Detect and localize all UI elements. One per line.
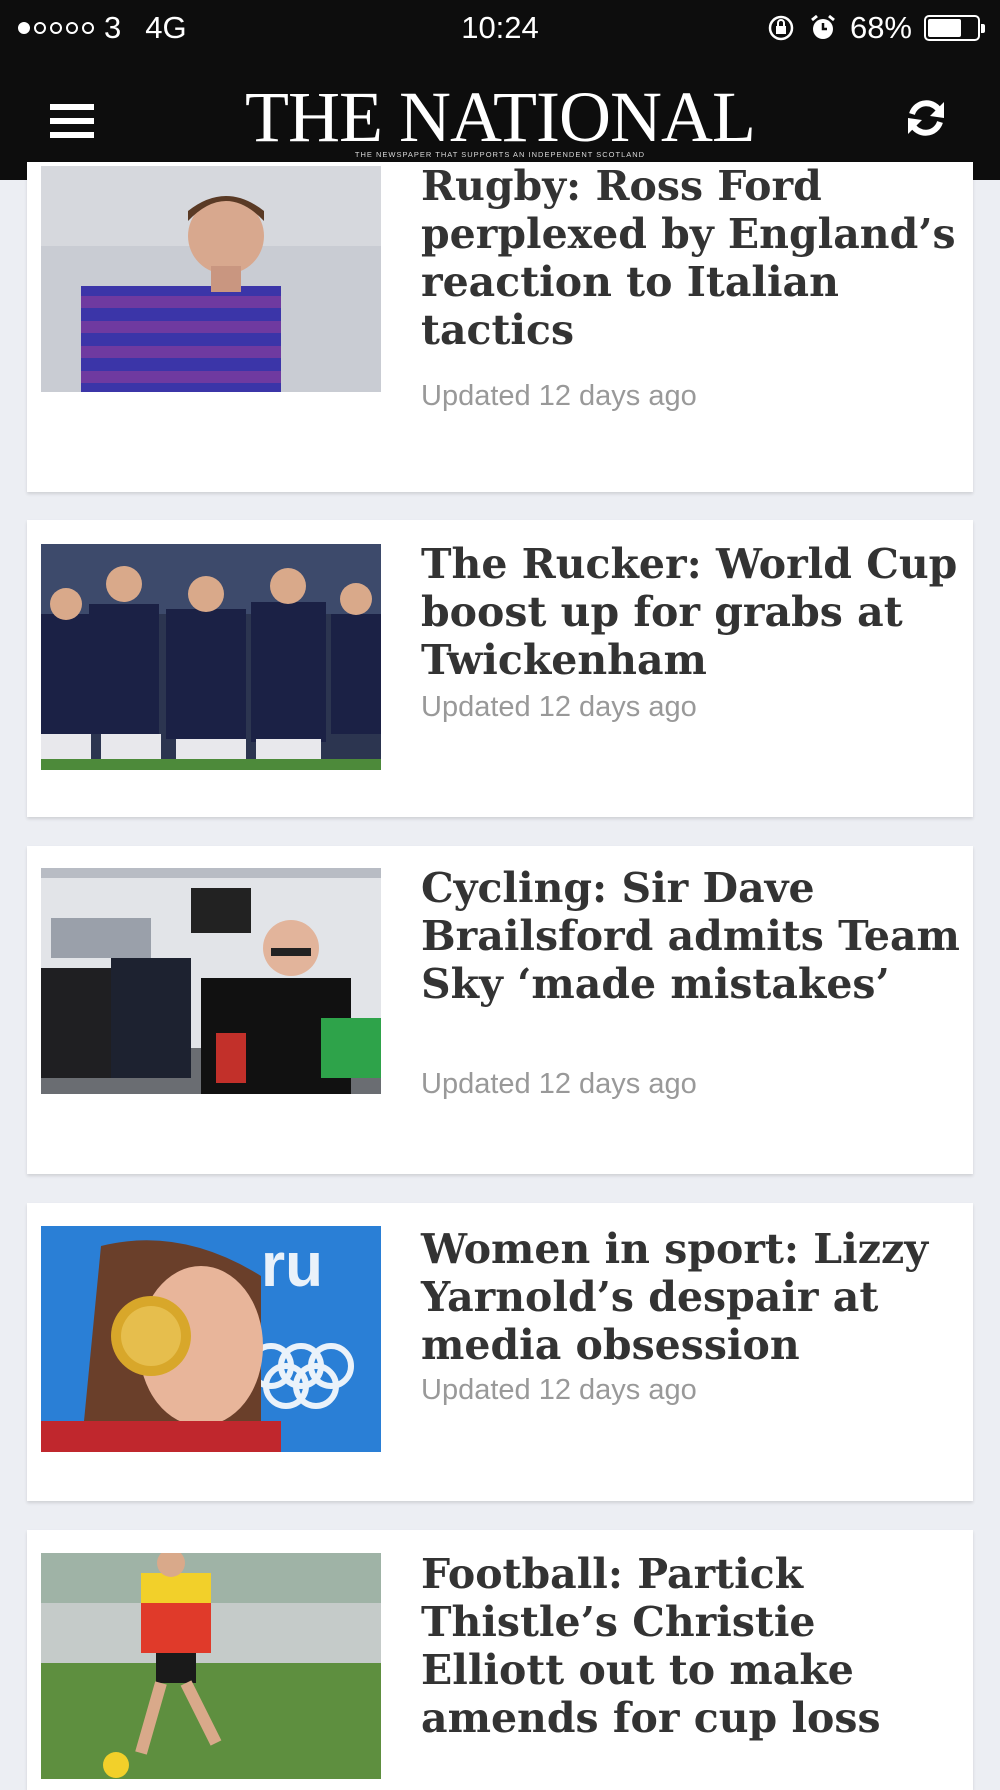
- site-logo[interactable]: THE NATIONAL: [0, 76, 1000, 159]
- article-timestamp: Updated 12 days ago: [421, 691, 697, 723]
- article-card[interactable]: Rugby: Ross Ford perplexed by England’s …: [27, 162, 973, 492]
- article-thumbnail-team-sky-bus[interactable]: [41, 868, 381, 1094]
- article-timestamp: Updated 12 days ago: [421, 1068, 697, 1100]
- article-card[interactable]: The Rucker: World Cup boost up for grabs…: [27, 520, 973, 817]
- alarm-icon: [811, 14, 835, 39]
- article-timestamp: Updated 12 days ago: [421, 1374, 697, 1406]
- svg-text:ru: ru: [261, 1231, 323, 1300]
- article-headline[interactable]: The Rucker: World Cup boost up for grabs…: [421, 540, 961, 684]
- article-headline[interactable]: Cycling: Sir Dave Brailsford admits Team…: [421, 864, 961, 1008]
- article-card[interactable]: Football: Partick Thistle’s Christie Ell…: [27, 1530, 973, 1790]
- orientation-lock-icon: [768, 15, 794, 41]
- battery-icon: [924, 15, 985, 41]
- status-bar: 3 4G 10:24 68%: [0, 0, 1000, 58]
- refresh-icon[interactable]: [902, 94, 950, 142]
- battery-percentage: 68%: [849, 10, 912, 45]
- article-headline[interactable]: Football: Partick Thistle’s Christie Ell…: [421, 1550, 961, 1742]
- site-tagline: THE NEWSPAPER THAT SUPPORTS AN INDEPENDE…: [354, 150, 646, 159]
- article-thumbnail-footballer[interactable]: [41, 1553, 381, 1779]
- article-headline[interactable]: Women in sport: Lizzy Yarnold’s despair …: [421, 1225, 961, 1369]
- article-headline[interactable]: Rugby: Ross Ford perplexed by England’s …: [421, 162, 961, 354]
- article-card[interactable]: ru Women in sport: Lizzy Yarnold’s despa…: [27, 1203, 973, 1501]
- article-card[interactable]: Cycling: Sir Dave Brailsford admits Team…: [27, 846, 973, 1174]
- article-thumbnail-rugby-player[interactable]: [41, 166, 381, 392]
- clock: 10:24: [461, 10, 539, 45]
- article-thumbnail-lizzy-yarnold[interactable]: ru: [41, 1226, 381, 1452]
- status-right: 68%: [766, 10, 985, 46]
- article-thumbnail-scotland-team[interactable]: [41, 544, 381, 770]
- article-timestamp: Updated 12 days ago: [421, 380, 697, 412]
